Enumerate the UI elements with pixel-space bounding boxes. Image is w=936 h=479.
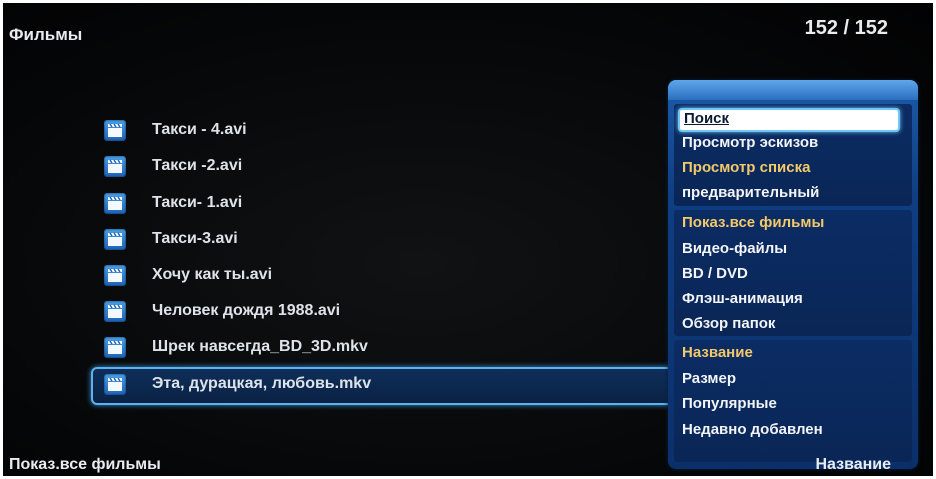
file-name: Эта, дурацкая, любовь.mkv [152,375,372,392]
menu-item-thumbnail-view[interactable]: Просмотр эскизов [682,134,818,158]
file-name: Шрек навсегда_BD_3D.mkv [152,338,368,355]
film-clapper-icon [104,193,126,214]
menu-item-video-files[interactable]: Видео-файлы [682,240,787,264]
list-item[interactable]: Такси- 1.avi [3,188,703,220]
menu-item-show-all-movies[interactable]: Показ.все фильмы [682,214,824,238]
film-clapper-icon [104,156,126,177]
file-name: Такси -2.avi [152,157,243,174]
file-name: Такси - 4.avi [152,121,247,138]
film-clapper-icon [104,265,126,286]
menu-item-sort-size[interactable]: Размер [682,370,736,394]
list-item[interactable]: Такси-3.avi [3,224,703,256]
film-clapper-icon [104,301,126,322]
menu-item-browse-folders[interactable]: Обзор папок [682,315,775,339]
list-item[interactable]: Такси - 4.avi [3,115,703,147]
options-menu: Поиск Просмотр эскизов Просмотр списка п… [668,80,918,469]
file-name: Человек дождя 1988.avi [152,302,341,319]
menu-item-preview[interactable]: предварительный [682,184,819,208]
footer-filter-label: Показ.все фильмы [9,456,161,473]
list-item[interactable]: Такси -2.avi [3,151,703,183]
menu-item-list-view[interactable]: Просмотр списка [682,159,810,183]
menu-item-sort-recent[interactable]: Недавно добавлен [682,421,823,445]
menu-header [668,80,918,100]
list-item[interactable]: Человек дождя 1988.avi [3,296,703,328]
media-browser-screen: Фильмы 152 / 152 Такси - 4.avi Такси -2.… [3,3,933,476]
item-counter: 152 / 152 [804,17,888,39]
menu-item-flash-animation[interactable]: Флэш-анимация [682,290,803,314]
list-item-selected[interactable]: Эта, дурацкая, любовь.mkv [3,367,703,405]
menu-item-bd-dvd[interactable]: BD / DVD [682,265,748,289]
footer-sort-label: Название [815,456,891,473]
list-item[interactable]: Шрек навсегда_BD_3D.mkv [3,332,703,364]
film-clapper-icon [104,337,126,358]
list-item[interactable]: Хочу как ты.avi [3,260,703,292]
page-title: Фильмы [9,25,83,44]
film-clapper-icon [104,374,126,395]
menu-item-sort-name[interactable]: Название [682,344,753,368]
file-name: Хочу как ты.avi [152,266,273,283]
film-clapper-icon [104,229,126,250]
file-name: Такси-3.avi [152,230,238,247]
file-name: Такси- 1.avi [152,194,243,211]
film-clapper-icon [104,120,126,141]
menu-item-search[interactable]: Поиск [678,108,900,132]
menu-item-sort-popular[interactable]: Популярные [682,395,777,419]
